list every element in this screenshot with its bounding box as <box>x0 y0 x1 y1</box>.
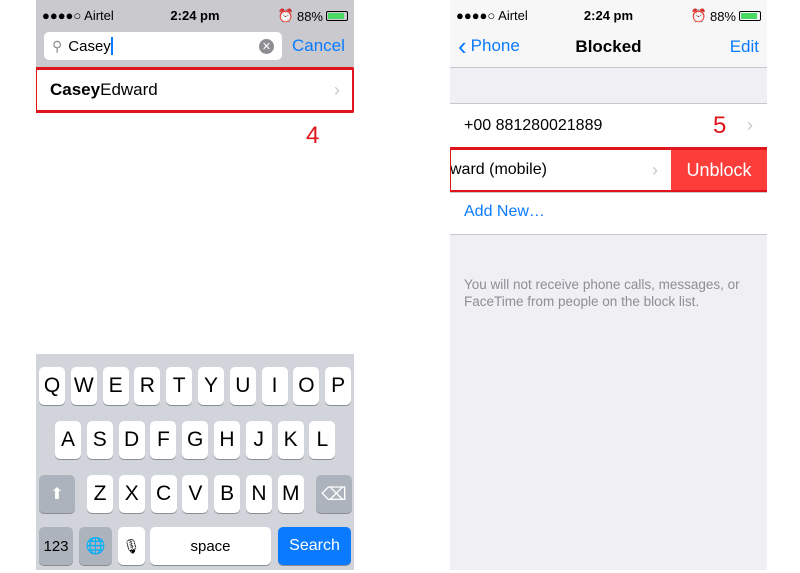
key-b[interactable]: B <box>214 475 241 513</box>
key-e[interactable]: E <box>102 367 129 405</box>
key-f[interactable]: F <box>150 421 177 459</box>
search-text: Casey <box>68 37 111 55</box>
step-number: 5 <box>713 112 727 139</box>
battery: ⏰ 88% <box>691 8 761 24</box>
key-z[interactable]: Z <box>87 475 113 513</box>
page-title: Blocked <box>575 37 642 56</box>
key-p[interactable]: P <box>325 367 352 405</box>
shift-key[interactable]: ⬆ <box>39 475 75 513</box>
battery: ⏰ 88% <box>278 8 348 24</box>
key-l[interactable]: L <box>309 421 336 459</box>
key-j[interactable]: J <box>245 421 272 459</box>
key-k[interactable]: K <box>277 421 304 459</box>
key-h[interactable]: H <box>214 421 240 459</box>
key-m[interactable]: M <box>277 475 304 513</box>
key-v[interactable]: V <box>182 475 209 513</box>
alarm-icon: ⏰ <box>277 8 294 23</box>
key-d[interactable]: D <box>118 421 145 459</box>
key-i[interactable]: I <box>261 367 288 405</box>
cancel-button[interactable]: Cancel <box>292 36 345 56</box>
key-n[interactable]: N <box>246 475 272 513</box>
key-o[interactable]: O <box>293 367 320 405</box>
search-key[interactable]: Search <box>278 527 351 565</box>
search-input[interactable]: ⚲ Casey ✕ <box>44 32 282 60</box>
key-u[interactable]: U <box>229 367 256 405</box>
battery-icon <box>739 11 761 21</box>
text-cursor <box>110 37 113 55</box>
delete-key[interactable]: ⌫ <box>316 475 352 513</box>
keyboard: Q W E R T Y U I O P A S D F G H J K L Z X C V B N M ⬆ ⌫ 123 🌐 🎙 space Se… <box>36 354 354 570</box>
highlight-box <box>36 67 354 113</box>
search-icon: ⚲ <box>52 37 63 54</box>
highlight-box <box>450 147 767 193</box>
globe-key[interactable]: 🌐 <box>79 527 112 565</box>
key-q[interactable]: Q <box>39 367 65 405</box>
key-t[interactable]: T <box>166 367 193 405</box>
numbers-key[interactable]: 123 <box>39 527 73 565</box>
key-a[interactable]: A <box>55 421 81 459</box>
microphone-key[interactable]: 🎙 <box>118 527 145 565</box>
key-c[interactable]: C <box>150 475 177 513</box>
key-x[interactable]: X <box>118 475 145 513</box>
key-r[interactable]: R <box>134 367 161 405</box>
battery-icon <box>326 11 348 21</box>
key-w[interactable]: W <box>70 367 97 405</box>
edit-button[interactable]: Edit <box>730 37 759 57</box>
space-key[interactable]: space <box>150 527 271 565</box>
block-list-note: You will not receive phone calls, messag… <box>464 277 740 309</box>
chevron-right-icon: › <box>747 115 753 135</box>
battery-percent: 88% <box>296 8 323 24</box>
add-new-button[interactable]: Add New… <box>450 192 767 231</box>
alarm-icon: ⏰ <box>690 8 707 23</box>
key-g[interactable]: G <box>182 421 209 459</box>
status-bar: ●●●●○ Airtel 2:24 pm ⏰ 88% <box>36 0 354 30</box>
clear-icon[interactable]: ✕ <box>259 38 274 54</box>
status-bar: ●●●●○ Airtel 2:24 pm ⏰ 88% <box>450 0 767 30</box>
key-s[interactable]: S <box>86 421 113 459</box>
blocked-screen: ●●●●○ Airtel 2:24 pm ⏰ 88% ‹ Phone Blocked… <box>450 0 767 570</box>
step-number: 4 <box>306 122 320 149</box>
contact-search-screen: ●●●●○ Airtel 2:24 pm ⏰ 88% ⚲ Casey ✕ Canc… <box>36 0 354 570</box>
key-y[interactable]: Y <box>198 367 224 405</box>
battery-percent: 88% <box>709 8 736 24</box>
blocked-number: +00 881280021889 <box>464 116 603 134</box>
